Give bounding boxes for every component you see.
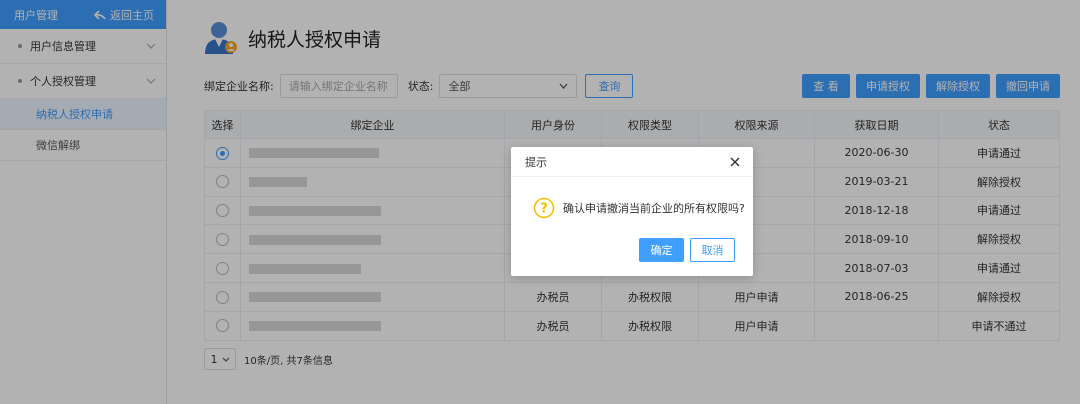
close-icon[interactable] [729, 156, 741, 168]
dialog-footer: 确定 取消 [639, 238, 735, 262]
dialog-title: 提示 [525, 155, 547, 169]
confirm-dialog: 提示 ? 确认申请撤消当前企业的所有权限吗? 确定 取消 [511, 147, 753, 276]
svg-text:?: ? [540, 202, 548, 217]
dialog-message: 确认申请撤消当前企业的所有权限吗? [563, 202, 745, 215]
cancel-button[interactable]: 取消 [690, 238, 735, 262]
dialog-header: 提示 [511, 147, 753, 177]
question-icon: ? [533, 197, 555, 219]
dialog-body: ? 确认申请撤消当前企业的所有权限吗? [511, 177, 753, 219]
confirm-button[interactable]: 确定 [639, 238, 684, 262]
